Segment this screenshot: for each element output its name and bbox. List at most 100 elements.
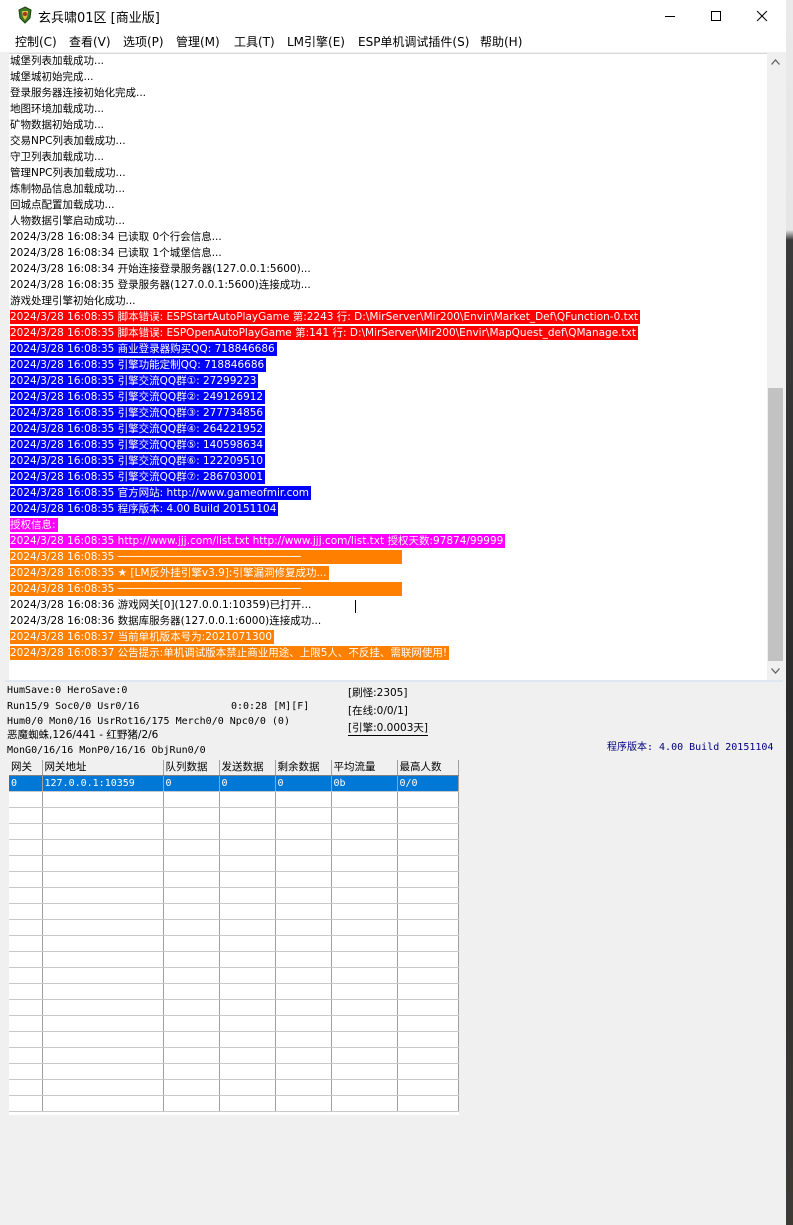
- log-line: 2024/3/28 16:08:35 引擎交流QQ群⑦: 286703001: [10, 470, 266, 484]
- table-row-empty[interactable]: [9, 807, 459, 824]
- log-line: 管理NPC列表加载成功...: [10, 167, 126, 179]
- table-row-empty[interactable]: [9, 903, 459, 920]
- table-cell: [331, 791, 398, 808]
- table-cell: [163, 1095, 220, 1112]
- table-row-empty[interactable]: [9, 999, 459, 1016]
- table-row-empty[interactable]: [9, 1095, 459, 1112]
- table-cell: [397, 807, 459, 824]
- col-max-users[interactable]: 最高人数: [397, 760, 459, 776]
- table-cell: [219, 839, 276, 856]
- menu-esp-plugin[interactable]: ESP单机调试插件(S): [358, 33, 469, 50]
- scroll-up-button[interactable]: [767, 53, 784, 70]
- menu-view[interactable]: 查看(V): [69, 33, 111, 50]
- table-row[interactable]: 0 127.0.0.1:10359 0 0 0 0b 0/0: [9, 775, 459, 792]
- table-cell: 0: [163, 775, 220, 792]
- menu-manage[interactable]: 管理(M): [176, 33, 220, 50]
- log-line: 城堡列表加载成功...: [10, 55, 105, 67]
- table-cell: [331, 1079, 398, 1096]
- maximize-button[interactable]: [693, 0, 739, 31]
- col-remaining-data[interactable]: 剩余数据: [275, 760, 332, 776]
- menu-bar: 控制(C) 查看(V) 选项(P) 管理(M) 工具(T) LM引擎(E) ES…: [0, 31, 786, 52]
- log-line: 矿物数据初始成功...: [10, 119, 105, 131]
- log-line: 炼制物品信息加载成功...: [10, 183, 126, 195]
- table-cell: [275, 967, 332, 984]
- table-cell: [275, 1095, 332, 1112]
- col-queue-data[interactable]: 队列数据: [163, 760, 220, 776]
- log-line: 2024/3/28 16:08:35 商业登录器购买QQ: 718846686: [10, 342, 277, 356]
- table-cell: [42, 807, 164, 824]
- table-row-empty[interactable]: [9, 919, 459, 936]
- log-line: 2024/3/28 16:08:34 已读取 0个行会信息...: [10, 231, 222, 243]
- close-icon: [756, 10, 768, 21]
- table-row-empty[interactable]: [9, 967, 459, 984]
- table-row-empty[interactable]: [9, 983, 459, 1000]
- window-title: 玄兵啸01区 [商业版]: [38, 11, 160, 26]
- table-row-empty[interactable]: [9, 839, 459, 856]
- table-cell: [163, 1063, 220, 1080]
- scroll-thumb[interactable]: [768, 388, 783, 661]
- log-console[interactable]: 城堡列表加载成功... 城堡城初始完成... 登录服务器连接初始化完成... 地图环境…: [9, 53, 767, 680]
- col-gateway-address[interactable]: 网关地址: [42, 760, 164, 776]
- table-row-empty[interactable]: [9, 951, 459, 968]
- status-objects: Hum0/0 Mon0/16 UsrRot16/175 Merch0/0 Npc…: [7, 716, 290, 727]
- table-cell: 127.0.0.1:10359: [42, 775, 164, 792]
- log-line: 回城点配置加载成功...: [10, 199, 115, 211]
- table-cell: [219, 1095, 276, 1112]
- table-cell: [219, 903, 276, 920]
- table-row-empty[interactable]: [9, 1047, 459, 1064]
- col-gateway[interactable]: 网关: [9, 760, 43, 776]
- table-row-empty[interactable]: [9, 1015, 459, 1032]
- table-cell: [397, 855, 459, 872]
- table-row-empty[interactable]: [9, 791, 459, 808]
- menu-help[interactable]: 帮助(H): [480, 33, 522, 50]
- log-line: 2024/3/28 16:08:35 引擎交流QQ群②: 249126912: [10, 390, 266, 404]
- menu-control[interactable]: 控制(C): [15, 33, 57, 50]
- table-cell: [397, 935, 459, 952]
- table-cell: [219, 807, 276, 824]
- log-line: 2024/3/28 16:08:37 当前单机版本号为:2021071300: [10, 630, 275, 644]
- table-cell: [331, 1063, 398, 1080]
- log-line: 交易NPC列表加载成功...: [10, 135, 126, 147]
- gateway-grid[interactable]: 网关 网关地址 队列数据 发送数据 剩余数据 平均流量 最高人数 0 127.0.…: [9, 760, 459, 1115]
- log-scrollbar[interactable]: [767, 53, 784, 679]
- table-cell: [397, 1031, 459, 1048]
- table-cell: [42, 935, 164, 952]
- log-line: 2024/3/28 16:08:35 脚本错误: ESPStartAutoPla…: [10, 310, 641, 324]
- log-line: 2024/3/28 16:08:34 已读取 1个城堡信息...: [10, 247, 222, 259]
- table-row-empty[interactable]: [9, 871, 459, 888]
- col-avg-traffic[interactable]: 平均流量: [331, 760, 398, 776]
- col-send-data[interactable]: 发送数据: [219, 760, 276, 776]
- menu-options[interactable]: 选项(P): [123, 33, 164, 50]
- log-line: 人物数据引擎启动成功...: [10, 215, 126, 227]
- table-cell: [397, 1095, 459, 1112]
- table-cell: [42, 967, 164, 984]
- table-cell: [275, 919, 332, 936]
- table-row-empty[interactable]: [9, 1063, 459, 1080]
- table-cell: [9, 983, 43, 1000]
- table-row-empty[interactable]: [9, 1079, 459, 1096]
- table-cell: [219, 983, 276, 1000]
- table-cell: [331, 967, 398, 984]
- table-cell: [163, 1079, 220, 1096]
- table-row-empty[interactable]: [9, 823, 459, 840]
- minimize-button[interactable]: [647, 0, 693, 31]
- server-window: 玄兵啸01区 [商业版] 控制(C) 查看(V) 选项(P) 管理(M) 工具(…: [0, 0, 786, 1225]
- status-refresh: [刷怪:2305]: [348, 687, 408, 699]
- table-cell: [219, 823, 276, 840]
- table-row-empty[interactable]: [9, 855, 459, 872]
- table-cell: [42, 903, 164, 920]
- table-cell: [275, 983, 332, 1000]
- table-row-empty[interactable]: [9, 935, 459, 952]
- table-row-empty[interactable]: [9, 887, 459, 904]
- log-line: 2024/3/28 16:08:35 http://www.jjj.com/li…: [10, 534, 506, 548]
- table-cell: [9, 807, 43, 824]
- log-line: 2024/3/28 16:08:35 官方网站: http://www.game…: [10, 486, 312, 500]
- title-bar[interactable]: 玄兵啸01区 [商业版]: [0, 0, 786, 31]
- table-row-empty[interactable]: [9, 1031, 459, 1048]
- table-cell: [163, 935, 220, 952]
- table-cell: [331, 855, 398, 872]
- scroll-down-button[interactable]: [767, 662, 784, 679]
- menu-lm-engine[interactable]: LM引擎(E): [287, 33, 345, 50]
- close-button[interactable]: [739, 0, 785, 31]
- menu-tools[interactable]: 工具(T): [234, 33, 275, 50]
